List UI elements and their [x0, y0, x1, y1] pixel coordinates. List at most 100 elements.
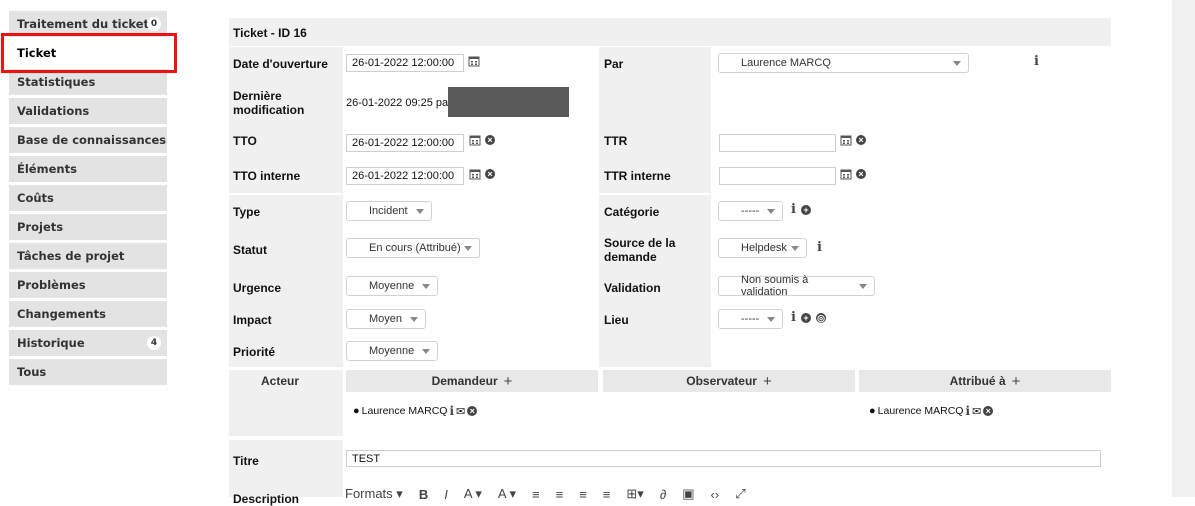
bold-icon[interactable]: B [419, 487, 428, 502]
sidebar-item-label: Changements [17, 307, 106, 321]
date-ouverture-field[interactable]: 26-01-2022 12:00:00 [346, 54, 464, 72]
calendar-icon[interactable] [840, 168, 852, 180]
type-value: Incident [369, 205, 408, 217]
priorite-value: Moyenne [369, 345, 415, 357]
calendar-icon[interactable] [840, 134, 852, 146]
scrollbar-track[interactable] [1172, 0, 1195, 497]
info-icon[interactable]: i [817, 240, 822, 255]
attribue-name[interactable]: Laurence MARCQ [878, 405, 964, 417]
attribue-person: ● Laurence MARCQ i ✉ × [869, 404, 994, 418]
priorite-label: Priorité [233, 345, 276, 359]
bg-color-icon[interactable]: A ▾ [498, 486, 516, 502]
tto-field[interactable]: 26-01-2022 12:00:00 [346, 134, 464, 152]
bullet-list-icon[interactable]: ≡ [532, 487, 540, 502]
sidebar-item-projets[interactable]: Projets [9, 214, 167, 240]
user-icon: ● [353, 405, 360, 417]
sidebar-item-tous[interactable]: Tous [9, 359, 167, 385]
observateur-header: Observateur + [603, 370, 855, 392]
calendar-icon[interactable] [469, 168, 481, 180]
clear-icon[interactable]: × [983, 406, 994, 416]
sidebar-item-label: Problèmes [17, 278, 86, 292]
mail-icon[interactable]: ✉ [456, 405, 465, 418]
indent-icon[interactable]: ≡ [603, 487, 611, 502]
plus-icon[interactable]: + [504, 373, 513, 390]
actor-label: Acteur [261, 374, 300, 388]
tto-interne-field[interactable]: 26-01-2022 12:00:00 [346, 167, 464, 185]
clear-icon[interactable]: × [485, 135, 495, 145]
info-icon[interactable]: i [791, 310, 796, 325]
sidebar-item-validations[interactable]: Validations [9, 98, 167, 124]
globe-icon[interactable]: ◎ [816, 313, 826, 323]
chevron-down-icon [416, 209, 424, 214]
chevron-down-icon [859, 284, 867, 289]
demandeur-name[interactable]: Laurence MARCQ [362, 405, 448, 417]
mail-icon[interactable]: ✉ [972, 405, 981, 418]
info-icon[interactable]: i [965, 404, 970, 418]
count-badge: 4 [147, 336, 161, 350]
sidebar-item-elements[interactable]: Éléments [9, 156, 167, 182]
titre-field[interactable]: TEST [346, 450, 1101, 467]
urgence-select[interactable]: Moyenne [346, 276, 438, 296]
sidebar-item-label: Éléments [17, 162, 77, 176]
table-icon[interactable]: ⊞▾ [626, 486, 643, 502]
sidebar-item-couts[interactable]: Coûts [9, 185, 167, 211]
sidebar-item-ticket[interactable]: Ticket [9, 40, 167, 66]
par-select[interactable]: Laurence MARCQ [718, 53, 969, 73]
ttr-interne-field[interactable] [719, 167, 836, 185]
calendar-icon[interactable] [468, 55, 480, 67]
clear-icon[interactable]: × [856, 135, 866, 145]
derniere-modification-label: Dernière modification [233, 89, 304, 117]
sidebar-item-statistiques[interactable]: Statistiques [9, 69, 167, 95]
link-icon[interactable]: ∂ [660, 487, 666, 502]
sidebar-item-traitement[interactable]: Traitement du ticket 0 [9, 11, 167, 37]
ticket-form: Ticket - ID 16 Date d'ouverture 26-01-20… [229, 0, 1111, 506]
sidebar-item-base-connaissances[interactable]: Base de connaissances [9, 127, 167, 153]
statut-select[interactable]: En cours (Attribué) [346, 238, 480, 258]
code-icon[interactable]: ‹› [711, 487, 720, 502]
validation-select[interactable]: Non soumis à validation [718, 274, 875, 298]
sidebar-item-historique[interactable]: Historique 4 [9, 330, 167, 356]
impact-select[interactable]: Moyen [346, 309, 426, 329]
source-select[interactable]: Helpdesk [718, 238, 807, 258]
type-select[interactable]: Incident [346, 201, 432, 221]
priorite-select[interactable]: Moyenne [346, 341, 438, 361]
font-color-icon[interactable]: A ▾ [464, 486, 482, 502]
clear-icon[interactable]: × [467, 406, 478, 416]
italic-icon[interactable]: I [444, 487, 448, 502]
attribue-label: Attribué à [949, 374, 1006, 388]
impact-label: Impact [233, 313, 272, 327]
calendar-icon[interactable] [469, 134, 481, 146]
sidebar-item-label: Ticket [17, 46, 57, 60]
sidebar-item-label: Base de connaissances [17, 133, 167, 147]
numbered-list-icon[interactable]: ≡ [556, 487, 564, 502]
sidebar-item-problemes[interactable]: Problèmes [9, 272, 167, 298]
impact-value: Moyen [369, 313, 403, 325]
add-icon[interactable]: + [801, 205, 811, 215]
clear-icon[interactable]: × [856, 169, 866, 179]
clear-icon[interactable]: × [485, 169, 495, 179]
form-title: Ticket - ID 16 [233, 26, 307, 40]
add-icon[interactable]: + [801, 313, 811, 323]
user-icon: ● [869, 405, 876, 417]
statut-value: En cours (Attribué) [369, 242, 461, 254]
redacted-block [448, 87, 569, 117]
count-badge: 0 [147, 17, 161, 31]
categorie-select[interactable]: ----- [718, 201, 783, 221]
image-icon[interactable]: ▣ [682, 486, 694, 502]
lieu-select[interactable]: ----- [718, 309, 783, 329]
plus-icon[interactable]: + [763, 373, 772, 390]
outdent-icon[interactable]: ≡ [579, 487, 587, 502]
info-icon[interactable]: i [791, 202, 796, 217]
formats-dropdown[interactable]: Formats ▾ [345, 486, 403, 502]
info-icon[interactable]: i [1034, 54, 1039, 69]
validation-value: Non soumis à validation [741, 274, 809, 298]
par-label: Par [604, 57, 624, 71]
ttr-field[interactable] [719, 134, 836, 152]
sidebar-item-label: Projets [17, 220, 64, 234]
sidebar-item-changements[interactable]: Changements [9, 301, 167, 327]
plus-icon[interactable]: + [1012, 373, 1021, 390]
fullscreen-icon[interactable]: ⤢ [735, 486, 745, 502]
sidebar-item-taches-projet[interactable]: Tâches de projet [9, 243, 167, 269]
chevron-down-icon [791, 246, 799, 251]
info-icon[interactable]: i [449, 404, 454, 418]
